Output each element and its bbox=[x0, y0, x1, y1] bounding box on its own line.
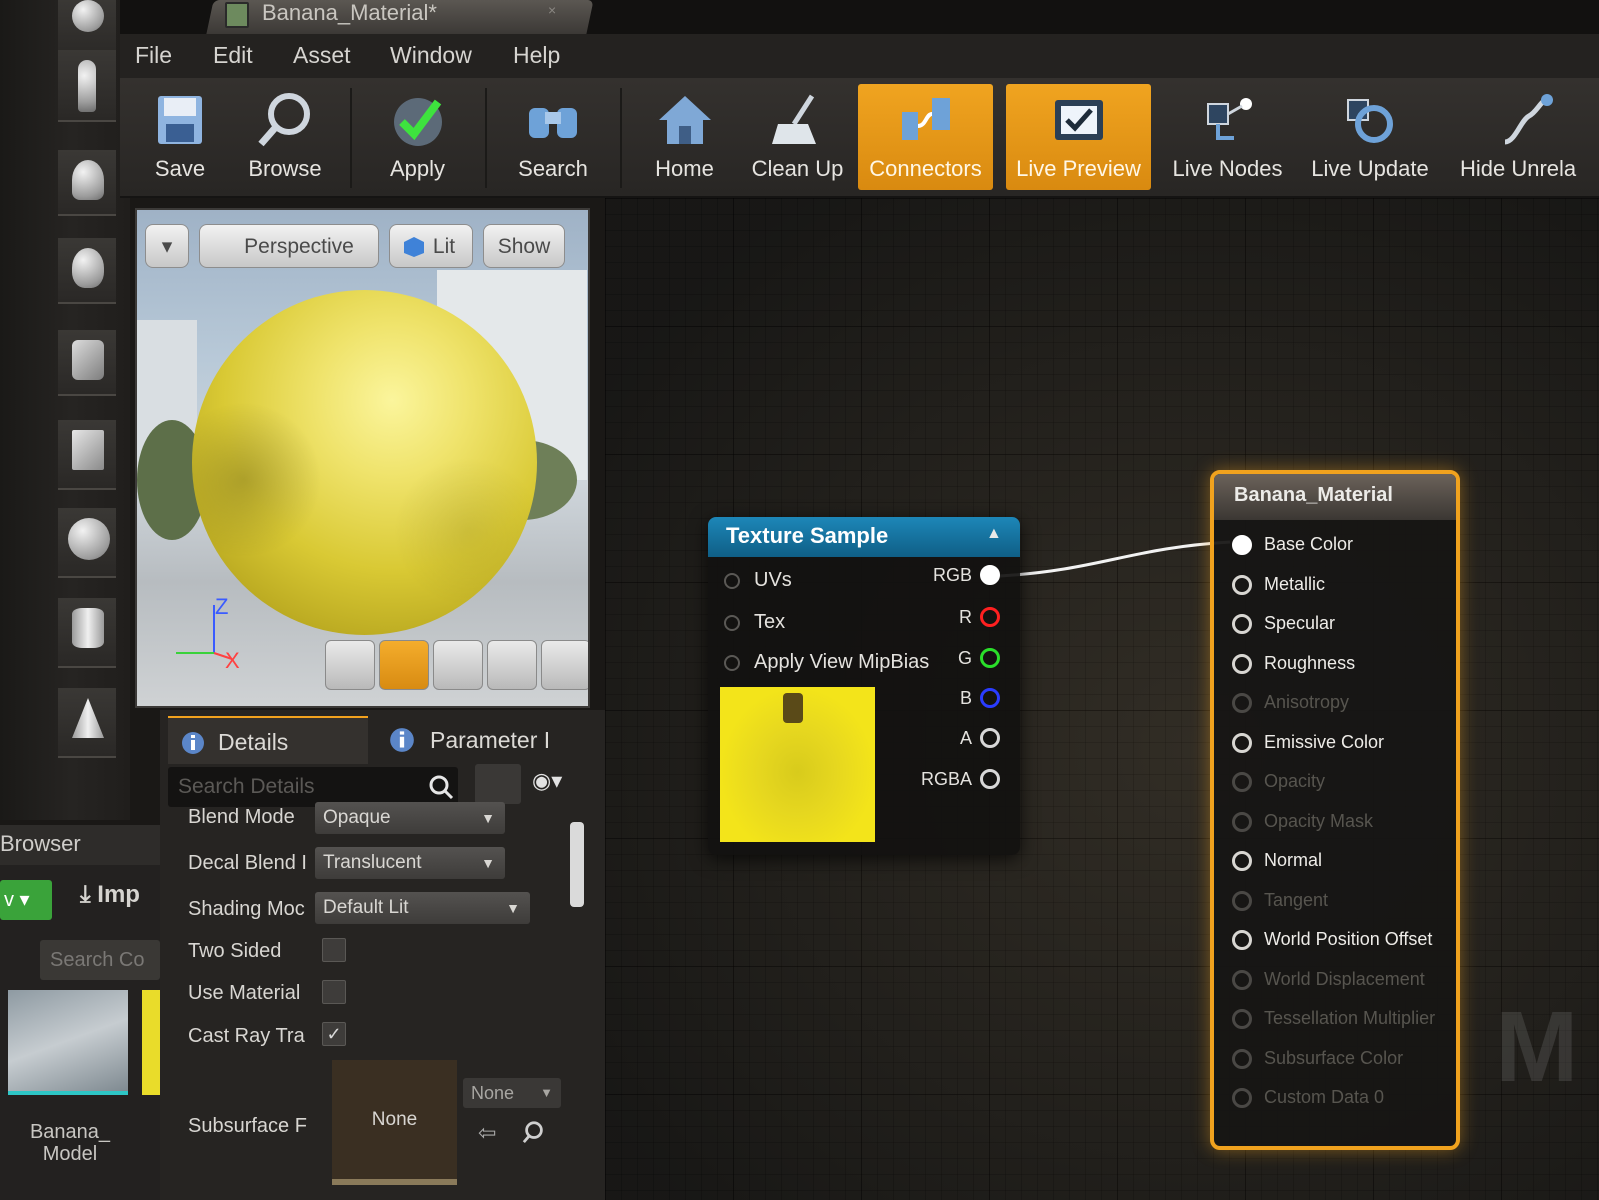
material-input-label: Base Color bbox=[1264, 534, 1354, 554]
material-result-node[interactable]: Banana_Material Base Color Metallic Specul… bbox=[1210, 470, 1460, 1150]
material-input-label: World Displacement bbox=[1264, 968, 1425, 989]
texture-sample-title: Texture Sample bbox=[726, 523, 889, 548]
material-input-pin[interactable] bbox=[1232, 851, 1252, 871]
material-result-header[interactable]: Banana_Material bbox=[1214, 474, 1456, 520]
material-input-pin[interactable] bbox=[1232, 614, 1252, 634]
r-output-label: R bbox=[959, 607, 972, 627]
material-input-pin[interactable] bbox=[1232, 811, 1252, 832]
rgb-output-pin[interactable] bbox=[980, 565, 1000, 585]
material-input-label: Metallic bbox=[1264, 573, 1326, 594]
material-input-label: Tessellation Multiplier bbox=[1264, 1008, 1436, 1028]
material-input-label: Opacity Mask bbox=[1264, 810, 1374, 831]
tex-input-pin[interactable] bbox=[724, 615, 740, 631]
apply-view-mipbias-label: Apply View MipBias bbox=[754, 651, 930, 673]
material-input-label: Tangent bbox=[1264, 889, 1329, 910]
material-input-pin[interactable] bbox=[1232, 1088, 1252, 1108]
texture-sample-node[interactable]: Texture Sample ▲ UVs Tex Apply View MipB… bbox=[708, 517, 1020, 855]
material-input-label: Normal bbox=[1264, 850, 1323, 870]
material-input-pin[interactable] bbox=[1232, 930, 1252, 950]
material-input-label: Custom Data 0 bbox=[1264, 1087, 1385, 1107]
collapse-arrow-icon[interactable]: ▲ bbox=[986, 525, 1002, 543]
rgb-output-label: RGB bbox=[932, 565, 972, 585]
material-input-pin[interactable] bbox=[1232, 1009, 1252, 1029]
material-input-pin[interactable] bbox=[1232, 969, 1252, 990]
r-output-pin[interactable] bbox=[980, 607, 1000, 627]
material-input-pin[interactable] bbox=[1232, 574, 1252, 595]
material-input-pin[interactable] bbox=[1232, 1048, 1252, 1069]
material-input-label: Roughness bbox=[1264, 652, 1356, 673]
material-input-label: Emissive Color bbox=[1264, 731, 1385, 752]
a-output-pin[interactable] bbox=[980, 728, 1000, 748]
material-input-label: Specular bbox=[1264, 613, 1336, 633]
rgba-output-label: RGBA bbox=[920, 769, 972, 789]
banana-texture-stem bbox=[783, 693, 803, 723]
g-output-label: G bbox=[957, 648, 972, 668]
g-output-pin[interactable] bbox=[980, 648, 1000, 668]
uvs-input-pin[interactable] bbox=[724, 573, 740, 589]
material-input-pin[interactable] bbox=[1232, 653, 1252, 674]
material-input-pin[interactable] bbox=[1232, 772, 1252, 792]
b-output-label: B bbox=[959, 688, 972, 708]
material-input-pin[interactable] bbox=[1232, 693, 1252, 713]
rgb-to-base-color-wire[interactable] bbox=[999, 540, 1231, 578]
apply-view-mipbias-input-pin[interactable] bbox=[724, 655, 740, 671]
material-result-title: Banana_Material bbox=[1234, 484, 1393, 506]
material-input-label: Subsurface Color bbox=[1264, 1047, 1404, 1068]
material-input-pin[interactable] bbox=[1232, 535, 1252, 555]
material-input-pin[interactable] bbox=[1232, 732, 1252, 753]
b-output-pin[interactable] bbox=[980, 688, 1000, 708]
rgba-output-pin[interactable] bbox=[980, 769, 1000, 789]
material-input-pin[interactable] bbox=[1232, 890, 1252, 911]
material-input-label: World Position Offset bbox=[1264, 929, 1433, 949]
tex-input-label: Tex bbox=[754, 611, 786, 633]
material-input-label: Opacity bbox=[1264, 771, 1326, 791]
material-input-label: Anisotropy bbox=[1264, 692, 1350, 712]
uvs-input-label: UVs bbox=[754, 569, 792, 591]
texture-sample-header[interactable]: Texture Sample ▲ bbox=[708, 517, 1020, 557]
a-output-label: A bbox=[959, 728, 972, 748]
